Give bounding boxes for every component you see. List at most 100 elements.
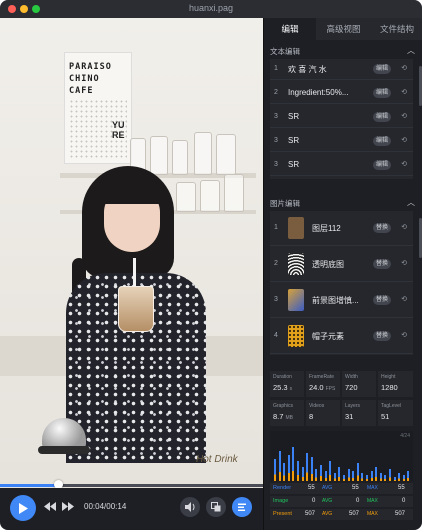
performance-bar <box>347 469 350 481</box>
image-layer-list: 1 图层112 替换 ⟲ 2 透明底图 替换 ⟲ 3 前景图增慎... 替换 ⟲ <box>270 211 413 355</box>
performance-bar <box>301 467 304 481</box>
edit-button[interactable]: 编辑 <box>372 136 391 146</box>
performance-bar <box>338 467 341 481</box>
stat-graphics: Graphics 8.7 MB <box>270 400 304 426</box>
replace-button[interactable]: 替换 <box>372 295 391 305</box>
tab-file-structure[interactable]: 文件结构 <box>371 18 422 40</box>
shelf-sign: YU RE <box>112 120 125 140</box>
panel-tabs: 编辑 高级视图 文件结构 <box>264 18 422 40</box>
list-icon <box>238 503 246 511</box>
performance-bar <box>324 471 327 481</box>
performance-bar <box>343 475 345 481</box>
image-layer-row[interactable]: 1 图层112 替换 ⟲ <box>270 211 413 246</box>
image-thumbnail <box>288 253 304 275</box>
edit-button[interactable]: 编辑 <box>372 160 391 170</box>
performance-bar <box>292 447 295 481</box>
spice-jar <box>224 174 244 212</box>
text-layer-row[interactable]: 2 Ingredient:50%... 编辑 ⟲ <box>270 83 413 104</box>
layers-button[interactable] <box>206 497 226 517</box>
undo-icon[interactable]: ⟲ <box>401 295 407 303</box>
tab-edit[interactable]: 编辑 <box>264 18 316 40</box>
cafe-poster: PARAISO CHINO CAFE <box>64 52 132 164</box>
play-icon <box>19 502 28 514</box>
edit-panel: 编辑 高级视图 文件结构 文本编辑 ︿ 1 欢 喜 汽 水 编辑 ⟲ 2 Ing… <box>263 18 422 530</box>
playback-time: 00:04/00:14 <box>84 502 127 511</box>
image-thumbnail <box>288 217 304 239</box>
performance-bar <box>287 455 290 481</box>
performance-bar <box>297 461 299 481</box>
poster-text: PARAISO CHINO CAFE <box>69 62 112 96</box>
replace-button[interactable]: 替换 <box>372 331 391 341</box>
video-preview[interactable]: PARAISO CHINO CAFE YU RE Hot Drink <box>0 18 263 488</box>
image-layer-row[interactable]: 2 透明底图 替换 ⟲ <box>270 247 413 282</box>
text-edit-title: 文本编辑 <box>270 47 300 56</box>
performance-bar <box>393 477 396 481</box>
performance-bar <box>310 457 313 481</box>
text-edit-header[interactable]: 文本编辑 ︿ <box>264 42 422 58</box>
edit-button[interactable]: 编辑 <box>372 64 391 74</box>
service-bell-base <box>38 446 90 454</box>
performance-bar <box>375 467 378 481</box>
playback-progress-fill <box>0 484 58 487</box>
tab-advanced-view[interactable]: 高级视图 <box>316 18 371 40</box>
performance-bar <box>283 463 286 481</box>
replace-button[interactable]: 替换 <box>372 259 391 269</box>
layers-icon <box>211 502 221 512</box>
performance-bar <box>389 469 391 481</box>
spice-jar <box>176 182 196 212</box>
volume-button[interactable] <box>180 497 200 517</box>
image-layer-row[interactable]: 3 前景图增慎... 替换 ⟲ <box>270 283 413 318</box>
text-layer-row[interactable]: 1 欢 喜 汽 水 编辑 ⟲ <box>270 59 413 80</box>
glass-jar <box>150 136 168 175</box>
perf-row-present: Present 507 AVG 507 MAX 507 <box>270 509 413 520</box>
playback-scrubber-handle[interactable] <box>53 480 63 488</box>
undo-icon[interactable]: ⟲ <box>401 64 407 72</box>
image-thumbnail <box>288 325 304 347</box>
edit-button[interactable]: 编辑 <box>372 112 391 122</box>
stat-layers: Layers 31 <box>342 400 376 426</box>
undo-icon[interactable]: ⟲ <box>401 136 407 144</box>
text-layer-list: 1 欢 喜 汽 水 编辑 ⟲ 2 Ingredient:50%... 编辑 ⟲ … <box>270 59 413 179</box>
performance-chart: 4/24 <box>270 431 413 481</box>
undo-icon[interactable]: ⟲ <box>401 259 407 267</box>
image-layer-row[interactable]: 4 帽子元素 替换 ⟲ <box>270 319 413 354</box>
performance-bar <box>333 473 336 481</box>
performance-bar <box>320 465 322 481</box>
undo-icon[interactable]: ⟲ <box>401 223 407 231</box>
undo-icon[interactable]: ⟲ <box>401 331 407 339</box>
app-window: huanxi.pag PARAISO CHINO CAFE YU RE Hot … <box>0 0 422 530</box>
drink-cup <box>118 286 154 332</box>
performance-bar <box>366 475 368 481</box>
edit-panel-button[interactable] <box>232 497 252 517</box>
undo-icon[interactable]: ⟲ <box>401 160 407 168</box>
cup-sign-text: Hot Drink <box>196 454 238 465</box>
performance-bar <box>274 459 276 481</box>
glass-jar <box>194 132 212 175</box>
collapse-icon[interactable]: ︿ <box>407 197 415 208</box>
stat-videos: Videos 8 <box>306 400 340 426</box>
person-bangs <box>100 178 164 204</box>
image-edit-header[interactable]: 图片编辑 ︿ <box>264 194 422 210</box>
stat-taglevel: TagLevel 51 <box>378 400 413 426</box>
performance-bar <box>356 463 359 481</box>
rewind-icon[interactable] <box>44 502 56 514</box>
performance-bar <box>370 471 373 481</box>
stat-framerate: FrameRate 24.0 FPS <box>306 371 340 397</box>
performance-bar <box>352 471 355 481</box>
text-layer-row[interactable]: 3 SR 编辑 ⟲ <box>270 131 413 152</box>
text-layer-row[interactable]: 3 SR 编辑 ⟲ <box>270 155 413 176</box>
undo-icon[interactable]: ⟲ <box>401 112 407 120</box>
window-title: huanxi.pag <box>188 3 234 13</box>
undo-icon[interactable]: ⟲ <box>401 88 407 96</box>
performance-bar <box>278 451 281 481</box>
player-controls: 00:04/00:14 <box>0 488 263 530</box>
fast-forward-icon[interactable] <box>62 502 74 514</box>
glass-jar <box>172 140 188 175</box>
collapse-icon[interactable]: ︿ <box>407 45 415 56</box>
performance-bar <box>398 473 401 481</box>
text-layer-row[interactable]: 3 SR 编辑 ⟲ <box>270 107 413 128</box>
play-button[interactable] <box>10 495 36 521</box>
playback-progress[interactable] <box>0 480 263 488</box>
replace-button[interactable]: 替换 <box>372 223 391 233</box>
edit-button[interactable]: 编辑 <box>372 88 391 98</box>
